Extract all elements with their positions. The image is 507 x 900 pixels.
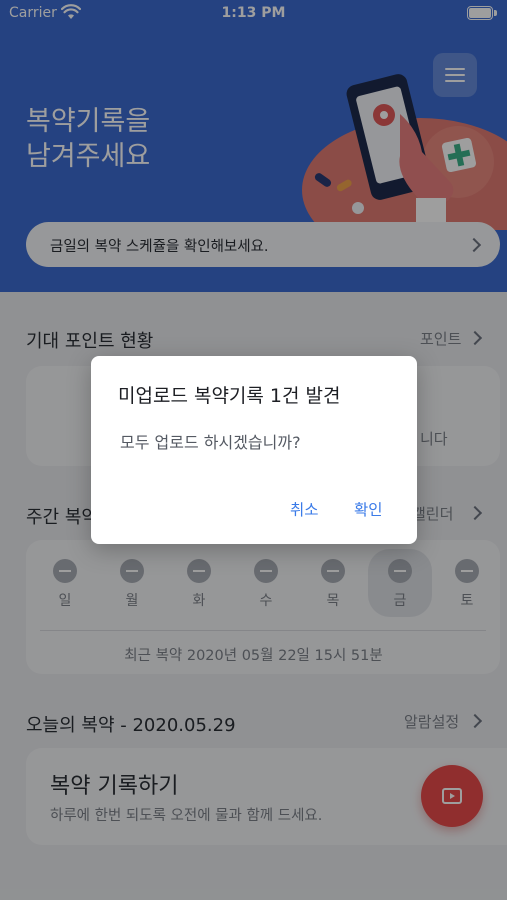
dialog-title: 미업로드 복약기록 1건 발견 xyxy=(118,385,341,407)
upload-alert-dialog: 미업로드 복약기록 1건 발견 모두 업로드 하시겠습니까? 취소 확인 xyxy=(91,356,417,544)
confirm-button[interactable]: 확인 xyxy=(354,498,383,520)
dialog-message: 모두 업로드 하시겠습니까? xyxy=(120,433,301,452)
cancel-button[interactable]: 취소 xyxy=(290,498,319,520)
